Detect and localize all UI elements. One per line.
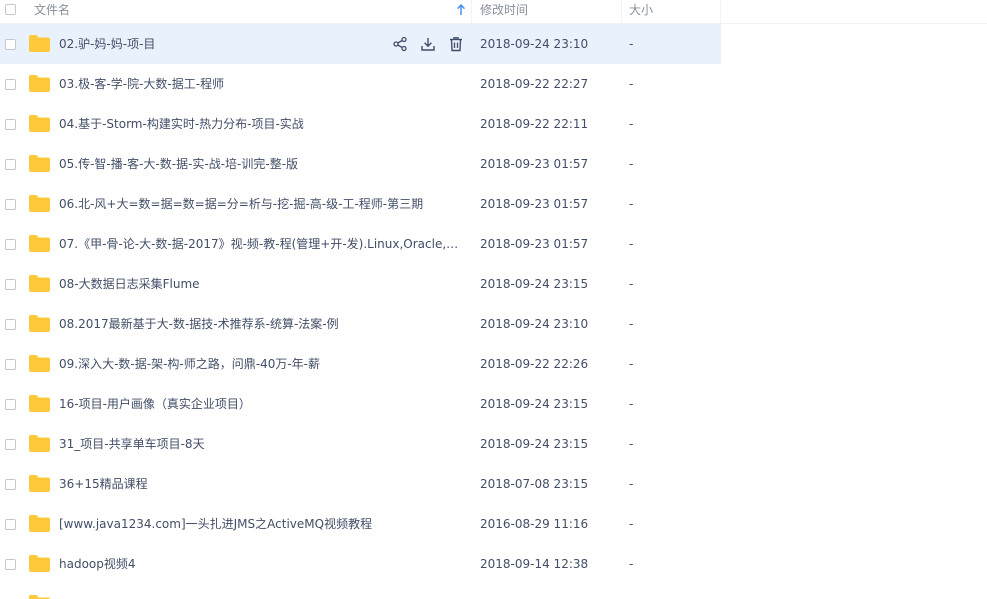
file-size: - <box>629 557 634 571</box>
row-checkbox[interactable] <box>5 359 16 370</box>
file-name[interactable]: 08-大数据日志采集Flume <box>59 276 463 292</box>
folder-icon[interactable] <box>29 275 50 292</box>
column-header-size[interactable]: 大小 <box>629 0 653 23</box>
share-icon[interactable] <box>392 36 408 52</box>
file-row[interactable]: 36+15精品课程 2018-07-08 23:15 - <box>0 464 721 504</box>
folder-icon[interactable] <box>29 395 50 412</box>
file-row[interactable]: 06.北-风+大=数=据=数=据=分=析与-挖-掘-高-级-工-程师-第三期 20… <box>0 184 721 224</box>
file-row[interactable]: 04.基于-Storm-构建实时-热力分布-项目-实战 2018-09-22 22… <box>0 104 721 144</box>
row-checkbox[interactable] <box>5 319 16 330</box>
file-row[interactable]: 08.2017最新基于大-数-据技-术推荐系-统算-法案-例 2018-09-24… <box>0 304 721 344</box>
file-row[interactable]: 03.极-客-学-院-大数-据工-程师 2018-09-22 22:27 - <box>0 64 721 104</box>
trash-icon[interactable] <box>448 36 464 52</box>
folder-icon[interactable] <box>29 35 50 52</box>
file-size: - <box>629 477 634 491</box>
file-row[interactable]: 08-大数据日志采集Flume 2018-09-24 23:15 - <box>0 264 721 304</box>
file-modified-time: 2018-09-24 23:15 <box>480 437 589 451</box>
row-checkbox[interactable] <box>5 439 16 450</box>
folder-icon[interactable] <box>29 155 50 172</box>
file-row[interactable]: hadoop视频4 2018-09-14 12:38 - <box>0 544 721 584</box>
folder-icon[interactable] <box>29 75 50 92</box>
folder-icon[interactable] <box>29 315 50 332</box>
file-row[interactable]: 07.《甲-骨-论-大-数-据-2017》视-频-教-程(管理+开-发).Lin… <box>0 224 721 264</box>
row-checkbox[interactable] <box>5 479 16 490</box>
file-row[interactable]: 05.传-智-播-客-大-数-据-实-战-培-训完-整-版 2018-09-23 … <box>0 144 721 184</box>
file-size: - <box>629 437 634 451</box>
column-header-modified[interactable]: 修改时间 <box>480 0 528 23</box>
file-list-header: 文件名 修改时间 大小 <box>0 0 721 24</box>
file-name[interactable]: 03.极-客-学-院-大数-据工-程师 <box>59 76 463 92</box>
column-header-name[interactable]: 文件名 <box>34 0 70 23</box>
file-modified-time: 2018-09-14 12:38 <box>480 557 589 571</box>
download-icon[interactable] <box>420 36 436 52</box>
row-checkbox[interactable] <box>5 39 16 50</box>
file-name[interactable]: 07.《甲-骨-论-大-数-据-2017》视-频-教-程(管理+开-发).Lin… <box>59 236 463 252</box>
file-size: - <box>629 197 634 211</box>
file-modified-time: 2018-09-24 23:10 <box>480 317 589 331</box>
file-size: - <box>629 77 634 91</box>
column-divider[interactable] <box>471 0 472 23</box>
file-row[interactable]: 31_项目-共享单车项目-8天 2018-09-24 23:15 - <box>0 424 721 464</box>
file-size: - <box>629 397 634 411</box>
row-checkbox[interactable] <box>5 199 16 210</box>
file-row[interactable]: 16-项目-用户画像（真实企业项目） 2018-09-24 23:15 - <box>0 384 721 424</box>
folder-icon[interactable] <box>29 435 50 452</box>
file-modified-time: 2018-09-22 22:11 <box>480 117 589 131</box>
file-name[interactable]: 36+15精品课程 <box>59 476 463 492</box>
file-row[interactable]: 02.驴-妈-妈-项-目 2018-09-24 23:10- <box>0 24 721 64</box>
file-size: - <box>629 277 634 291</box>
file-modified-time: 2018-07-08 23:15 <box>480 477 589 491</box>
column-divider[interactable] <box>621 0 622 23</box>
file-name[interactable]: hadoop视频4 <box>59 556 463 572</box>
file-size: - <box>629 157 634 171</box>
arrow-up-icon[interactable] <box>456 3 466 17</box>
row-checkbox[interactable] <box>5 559 16 570</box>
file-name[interactable]: [www.java1234.com]一头扎进JMS之ActiveMQ视频教程 <box>59 516 463 532</box>
file-size: - <box>629 317 634 331</box>
file-modified-time: 2018-09-24 23:15 <box>480 397 589 411</box>
file-modified-time: 2018-09-24 23:10 <box>480 37 589 51</box>
file-name[interactable]: 31_项目-共享单车项目-8天 <box>59 436 463 452</box>
file-name[interactable]: 06.北-风+大=数=据=数=据=分=析与-挖-掘-高-级-工-程师-第三期 <box>59 196 463 212</box>
row-checkbox[interactable] <box>5 239 16 250</box>
file-modified-time: 2016-08-29 11:16 <box>480 517 589 531</box>
folder-icon <box>29 595 50 599</box>
file-name[interactable]: 08.2017最新基于大-数-据技-术推荐系-统算-法案-例 <box>59 316 463 332</box>
file-row[interactable]: 09.深入大-数-据-架-构-师之路，问鼎-40万-年-薪 2018-09-22 … <box>0 344 721 384</box>
folder-icon[interactable] <box>29 555 50 572</box>
file-size: - <box>629 237 634 251</box>
file-modified-time: 2018-09-22 22:26 <box>480 357 589 371</box>
file-size: - <box>629 357 634 371</box>
file-modified-time: 2018-09-24 23:15 <box>480 277 589 291</box>
file-modified-time: 2018-09-23 01:57 <box>480 197 589 211</box>
folder-icon[interactable] <box>29 235 50 252</box>
row-checkbox[interactable] <box>5 119 16 130</box>
column-divider <box>720 0 721 23</box>
file-size: - <box>629 37 634 51</box>
header-divider-line <box>721 23 987 24</box>
row-checkbox[interactable] <box>5 159 16 170</box>
folder-icon[interactable] <box>29 355 50 372</box>
folder-icon[interactable] <box>29 115 50 132</box>
file-size: - <box>629 117 634 131</box>
file-name[interactable]: 05.传-智-播-客-大-数-据-实-战-培-训完-整-版 <box>59 156 463 172</box>
file-name[interactable]: 04.基于-Storm-构建实时-热力分布-项目-实战 <box>59 116 463 132</box>
row-checkbox[interactable] <box>5 79 16 90</box>
row-checkbox[interactable] <box>5 519 16 530</box>
row-checkbox[interactable] <box>5 279 16 290</box>
file-modified-time: 2018-09-23 01:57 <box>480 157 589 171</box>
file-name[interactable]: 16-项目-用户画像（真实企业项目） <box>59 396 463 412</box>
folder-icon[interactable] <box>29 475 50 492</box>
file-modified-time: 2018-09-23 01:57 <box>480 237 589 251</box>
folder-icon[interactable] <box>29 515 50 532</box>
file-modified-time: 2018-09-22 22:27 <box>480 77 589 91</box>
file-row[interactable]: [www.java1234.com]一头扎进JMS之ActiveMQ视频教程 20… <box>0 504 721 544</box>
select-all-checkbox[interactable] <box>5 4 16 15</box>
folder-icon[interactable] <box>29 195 50 212</box>
row-checkbox[interactable] <box>5 399 16 410</box>
file-name[interactable]: 09.深入大-数-据-架-构-师之路，问鼎-40万-年-薪 <box>59 356 463 372</box>
file-size: - <box>629 517 634 531</box>
